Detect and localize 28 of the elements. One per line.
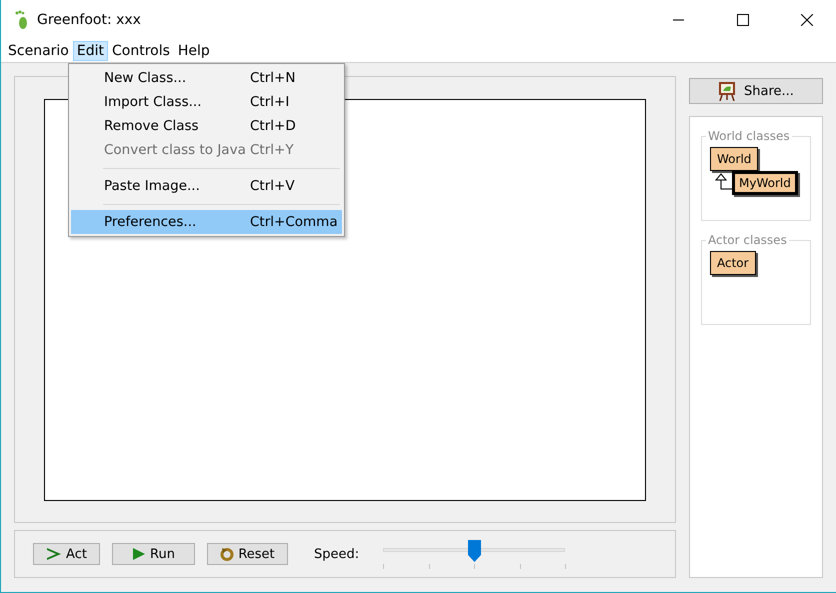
close-icon [801, 14, 813, 26]
menu-item[interactable]: Edit [72, 41, 108, 61]
menu-item[interactable]: Help [174, 41, 214, 61]
group-title: Actor classes [707, 233, 788, 247]
menu-entry[interactable]: Remove Class Ctrl+D [71, 114, 342, 138]
group-title: World classes [707, 129, 791, 143]
class-box[interactable]: MyWorld [732, 171, 798, 195]
menu-item[interactable]: Scenario [4, 41, 73, 61]
slider-thumb[interactable] [468, 540, 482, 562]
easel-icon [718, 81, 736, 101]
speed-slider[interactable] [383, 539, 566, 569]
reset-icon [220, 547, 234, 561]
chevron-icon [46, 547, 62, 561]
maximize-icon [737, 14, 749, 26]
menu-item[interactable]: Controls [108, 41, 174, 61]
menu-entry[interactable]: Preferences... Ctrl+Comma [71, 210, 342, 234]
speed-label: Speed: [314, 546, 360, 562]
control-button[interactable]: Run [112, 543, 195, 565]
menu-entry[interactable]: Paste Image... Ctrl+V [71, 174, 342, 198]
play-icon [132, 547, 146, 561]
class-box[interactable]: World [710, 147, 758, 171]
window-title: Greenfoot: xxx [37, 12, 142, 28]
control-button[interactable]: Act [33, 543, 100, 565]
share-button[interactable]: Share... [689, 78, 823, 104]
class-box[interactable]: Actor [710, 251, 756, 275]
menu-entry[interactable]: Import Class... Ctrl+I [71, 90, 342, 114]
menu-entry[interactable]: New Class... Ctrl+N [71, 66, 342, 90]
control-button[interactable]: Reset [207, 543, 288, 565]
